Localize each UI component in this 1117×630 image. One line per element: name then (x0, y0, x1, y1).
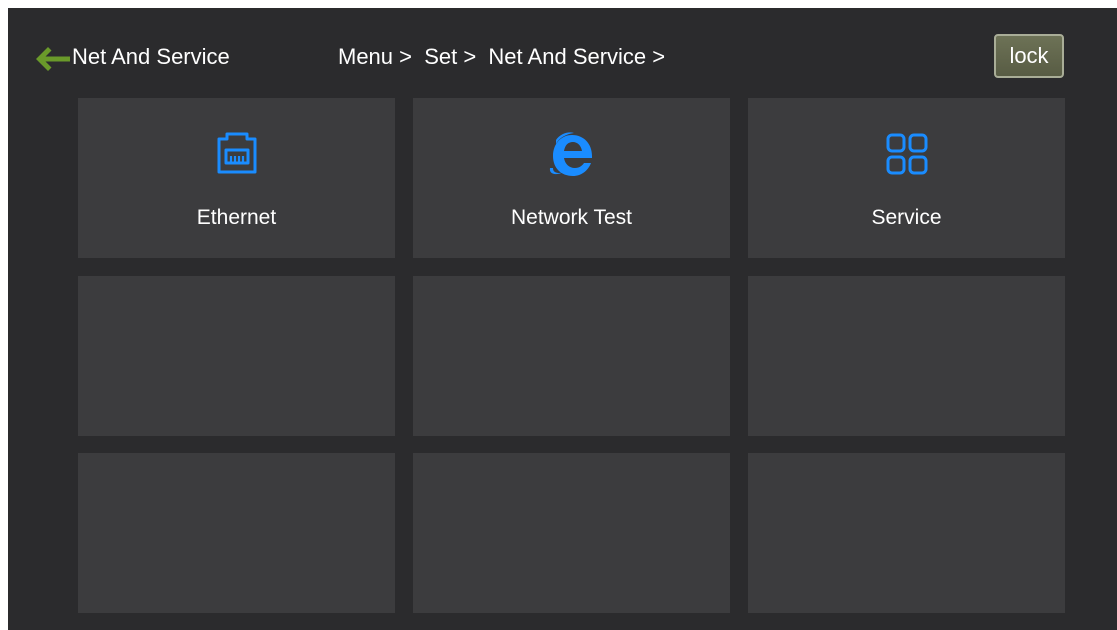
breadcrumb: Menu > Set > Net And Service > (338, 44, 666, 69)
tile-empty (748, 276, 1065, 436)
app-screen: Net And Service Menu > Set > Net And Ser… (8, 8, 1117, 630)
tile-empty (748, 453, 1065, 613)
header-bar: Net And Service Menu > Set > Net And Ser… (8, 8, 1117, 98)
arrow-left-icon (36, 47, 70, 71)
tile-empty (413, 276, 730, 436)
grid-apps-icon (886, 133, 927, 175)
tile-empty (78, 453, 395, 613)
back-button[interactable] (34, 44, 72, 74)
page-title: Net And Service (72, 44, 230, 69)
tile-service[interactable]: Service (748, 98, 1065, 258)
lock-button[interactable]: lock (994, 34, 1064, 78)
tile-label: Network Test (511, 206, 632, 229)
tile-empty (413, 453, 730, 613)
tile-empty (78, 276, 395, 436)
ethernet-port-icon (217, 132, 256, 174)
tile-ethernet[interactable]: Ethernet (78, 98, 395, 258)
tile-label: Ethernet (196, 206, 277, 229)
tile-label: Service (871, 206, 942, 229)
internet-explorer-icon (549, 132, 592, 176)
tile-network-test[interactable]: Network Test (413, 98, 730, 258)
